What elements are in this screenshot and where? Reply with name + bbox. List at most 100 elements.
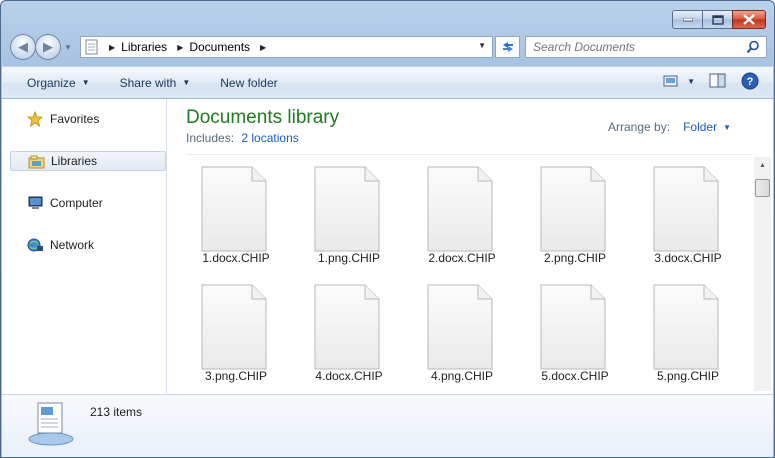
forward-button[interactable]: ▶ bbox=[35, 34, 61, 60]
help-button[interactable]: ? bbox=[741, 72, 759, 90]
document-icon bbox=[427, 284, 493, 370]
document-icon bbox=[540, 284, 606, 370]
document-icon bbox=[427, 166, 493, 252]
vertical-scrollbar[interactable]: ▲ bbox=[754, 157, 771, 391]
back-arrow-icon: ◀ bbox=[18, 39, 28, 54]
locations-link[interactable]: 2 locations bbox=[241, 131, 298, 145]
network-icon bbox=[27, 238, 43, 252]
caption-buttons bbox=[672, 10, 766, 29]
breadcrumb-chevron-icon[interactable]: ▶ bbox=[260, 43, 266, 52]
nav-item-network[interactable]: Network bbox=[10, 235, 166, 255]
document-icon bbox=[314, 166, 380, 252]
chevron-down-icon[interactable]: ▼ bbox=[723, 123, 731, 132]
recent-pages-dropdown[interactable]: ▼ bbox=[64, 43, 72, 52]
file-name: 3.png.CHIP bbox=[204, 369, 268, 383]
arrange-by-control: Arrange by: Folder ▼ bbox=[608, 120, 731, 134]
maximize-button[interactable] bbox=[702, 10, 732, 29]
computer-icon bbox=[28, 196, 43, 209]
arrange-by-dropdown[interactable]: Folder bbox=[683, 120, 717, 134]
file-item[interactable]: 2.docx.CHIP bbox=[412, 159, 512, 269]
document-icon bbox=[314, 284, 380, 370]
share-with-label: Share with bbox=[119, 75, 177, 90]
back-button[interactable]: ◀ bbox=[10, 34, 36, 60]
file-name: 5.png.CHIP bbox=[656, 369, 720, 383]
file-item[interactable]: 1.docx.CHIP bbox=[186, 159, 286, 269]
libraries-icon bbox=[28, 155, 45, 169]
library-location-icon bbox=[85, 39, 99, 55]
new-folder-label: New folder bbox=[220, 75, 278, 90]
breadcrumb-libraries[interactable]: Libraries bbox=[121, 40, 167, 54]
document-icon bbox=[540, 166, 606, 252]
arrange-by-label: Arrange by: bbox=[608, 120, 671, 134]
new-folder-button[interactable]: New folder bbox=[205, 71, 292, 95]
nav-label: Libraries bbox=[51, 154, 98, 168]
chevron-down-icon: ▼ bbox=[81, 78, 90, 87]
chevron-down-icon: ▼ bbox=[182, 78, 191, 87]
search-box[interactable] bbox=[525, 36, 767, 58]
nav-label: Favorites bbox=[50, 112, 100, 126]
close-button[interactable] bbox=[732, 10, 766, 29]
nav-item-favorites[interactable]: Favorites bbox=[10, 109, 166, 129]
document-icon bbox=[201, 166, 267, 252]
view-icon bbox=[663, 75, 678, 87]
navigation-pane: Favorites Libraries Computer Network bbox=[2, 99, 167, 394]
star-icon bbox=[27, 111, 43, 127]
nav-label: Network bbox=[50, 238, 95, 252]
scroll-up-icon[interactable]: ▲ bbox=[754, 157, 771, 174]
library-includes: Includes: 2 locations bbox=[186, 131, 299, 145]
preview-pane-icon bbox=[709, 73, 726, 88]
command-bar: Organize ▼ Share with ▼ New folder ▼ ? bbox=[2, 66, 773, 99]
file-item[interactable]: 4.docx.CHIP bbox=[299, 277, 399, 387]
minimize-icon bbox=[682, 17, 693, 21]
organize-label: Organize bbox=[27, 75, 76, 90]
search-input[interactable] bbox=[533, 40, 743, 54]
file-item[interactable]: 5.docx.CHIP bbox=[525, 277, 625, 387]
help-icon: ? bbox=[741, 72, 759, 90]
address-bar[interactable]: ▶ Libraries ▶ Documents ▶ ▼ bbox=[80, 36, 493, 58]
organize-menu[interactable]: Organize ▼ bbox=[12, 71, 105, 95]
document-icon bbox=[201, 284, 267, 370]
address-dropdown-icon[interactable]: ▼ bbox=[478, 41, 486, 50]
content-area: Favorites Libraries Computer Network Doc… bbox=[2, 99, 773, 394]
file-name: 4.docx.CHIP bbox=[315, 369, 383, 383]
explorer-window: ◀ ▶ ▼ ▶ Libraries ▶ Documents ▶ ▼ Organi… bbox=[0, 0, 775, 458]
refresh-icon bbox=[502, 42, 513, 52]
preview-pane-button[interactable] bbox=[709, 73, 727, 89]
file-item[interactable]: 5.png.CHIP bbox=[638, 277, 738, 387]
scrollbar-thumb[interactable] bbox=[755, 179, 770, 197]
file-name: 1.png.CHIP bbox=[317, 251, 381, 265]
maximize-icon bbox=[711, 14, 724, 25]
refresh-button[interactable] bbox=[495, 36, 520, 58]
forward-arrow-icon: ▶ bbox=[43, 39, 53, 54]
search-icon[interactable] bbox=[746, 40, 760, 54]
file-item[interactable]: 3.docx.CHIP bbox=[638, 159, 738, 269]
breadcrumb-chevron-icon[interactable]: ▶ bbox=[109, 43, 115, 52]
file-item[interactable]: 3.png.CHIP bbox=[186, 277, 286, 387]
breadcrumb-chevron-icon[interactable]: ▶ bbox=[177, 43, 183, 52]
file-name: 5.docx.CHIP bbox=[541, 369, 609, 383]
file-name: 3.docx.CHIP bbox=[654, 251, 722, 265]
file-name: 4.png.CHIP bbox=[430, 369, 494, 383]
minimize-button[interactable] bbox=[672, 10, 702, 29]
navigation-buttons: ◀ ▶ ▼ bbox=[10, 34, 72, 60]
svg-text:?: ? bbox=[747, 76, 754, 88]
share-with-menu[interactable]: Share with ▼ bbox=[105, 71, 206, 95]
file-view: Documents library Includes: 2 locations … bbox=[168, 99, 773, 394]
library-documents-icon bbox=[28, 402, 74, 446]
close-icon bbox=[743, 14, 755, 25]
file-item[interactable]: 4.png.CHIP bbox=[412, 277, 512, 387]
chevron-down-icon: ▼ bbox=[687, 76, 695, 86]
breadcrumb-documents[interactable]: Documents bbox=[189, 40, 250, 54]
file-item[interactable]: 2.png.CHIP bbox=[525, 159, 625, 269]
library-title: Documents library bbox=[186, 107, 340, 128]
change-view-button[interactable]: ▼ bbox=[663, 74, 695, 88]
nav-item-libraries[interactable]: Libraries bbox=[10, 151, 166, 171]
nav-item-computer[interactable]: Computer bbox=[10, 193, 166, 213]
file-item[interactable]: 1.png.CHIP bbox=[299, 159, 399, 269]
file-name: 1.docx.CHIP bbox=[202, 251, 270, 265]
divider bbox=[186, 154, 751, 155]
document-icon bbox=[653, 166, 719, 252]
includes-label: Includes: bbox=[186, 131, 235, 145]
nav-label: Computer bbox=[50, 196, 103, 210]
document-icon bbox=[653, 284, 719, 370]
